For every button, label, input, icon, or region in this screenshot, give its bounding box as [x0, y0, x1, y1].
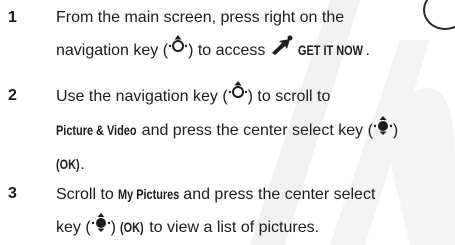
get-it-now-label: GET IT NOW [298, 42, 364, 59]
ok-label: (OK) [56, 156, 80, 172]
center-select-key-icon [91, 211, 111, 245]
menu-item-label: Picture & Video [56, 122, 137, 139]
text-segment: . [80, 156, 85, 173]
step-text: From the main screen, press right on the… [56, 2, 448, 68]
text-segment: key ( [56, 219, 91, 237]
text-segment: ) to scroll to [247, 88, 331, 106]
step-line: From the main screen, press right on the [56, 9, 345, 26]
step-line: (OK). [56, 148, 448, 181]
step-number: 1 [8, 9, 17, 26]
step-line: key () (OK) to view a list of pictures. [56, 211, 448, 245]
text-segment: ) to access [188, 42, 270, 60]
navigation-key-icon [228, 80, 248, 114]
step-line: navigation key ( ) to access GET IT NOW. [56, 34, 448, 68]
get-it-now-icon [270, 35, 294, 67]
text-segment: ) [392, 122, 399, 140]
menu-item-label: My Pictures [118, 186, 180, 202]
step-number: 3 [8, 185, 17, 202]
text-segment: Scroll to [56, 186, 119, 203]
text-segment: ) [110, 219, 121, 237]
step-line: Use the navigation key ( ) to scroll to [56, 80, 448, 114]
step-text: Use the navigation key ( ) to scroll to P… [56, 80, 448, 181]
text-segment: Use the navigation key ( [56, 88, 228, 106]
step-line: Picture & Video and press the center sel… [56, 114, 448, 148]
ok-label: (OK) [120, 219, 145, 236]
step-number: 2 [8, 87, 17, 104]
text-segment: navigation key ( [56, 42, 169, 60]
text-segment: and press the center select [178, 186, 376, 203]
step-line: Scroll to My Pictures and press the cent… [56, 178, 448, 211]
step-text: Scroll to My Pictures and press the cent… [56, 178, 448, 245]
text-segment: . [365, 42, 370, 60]
text-segment: to view a list of pictures. [144, 219, 320, 237]
text-segment: and press the center select key ( [137, 122, 373, 140]
navigation-key-icon [168, 34, 188, 68]
center-select-key-icon [373, 114, 393, 148]
